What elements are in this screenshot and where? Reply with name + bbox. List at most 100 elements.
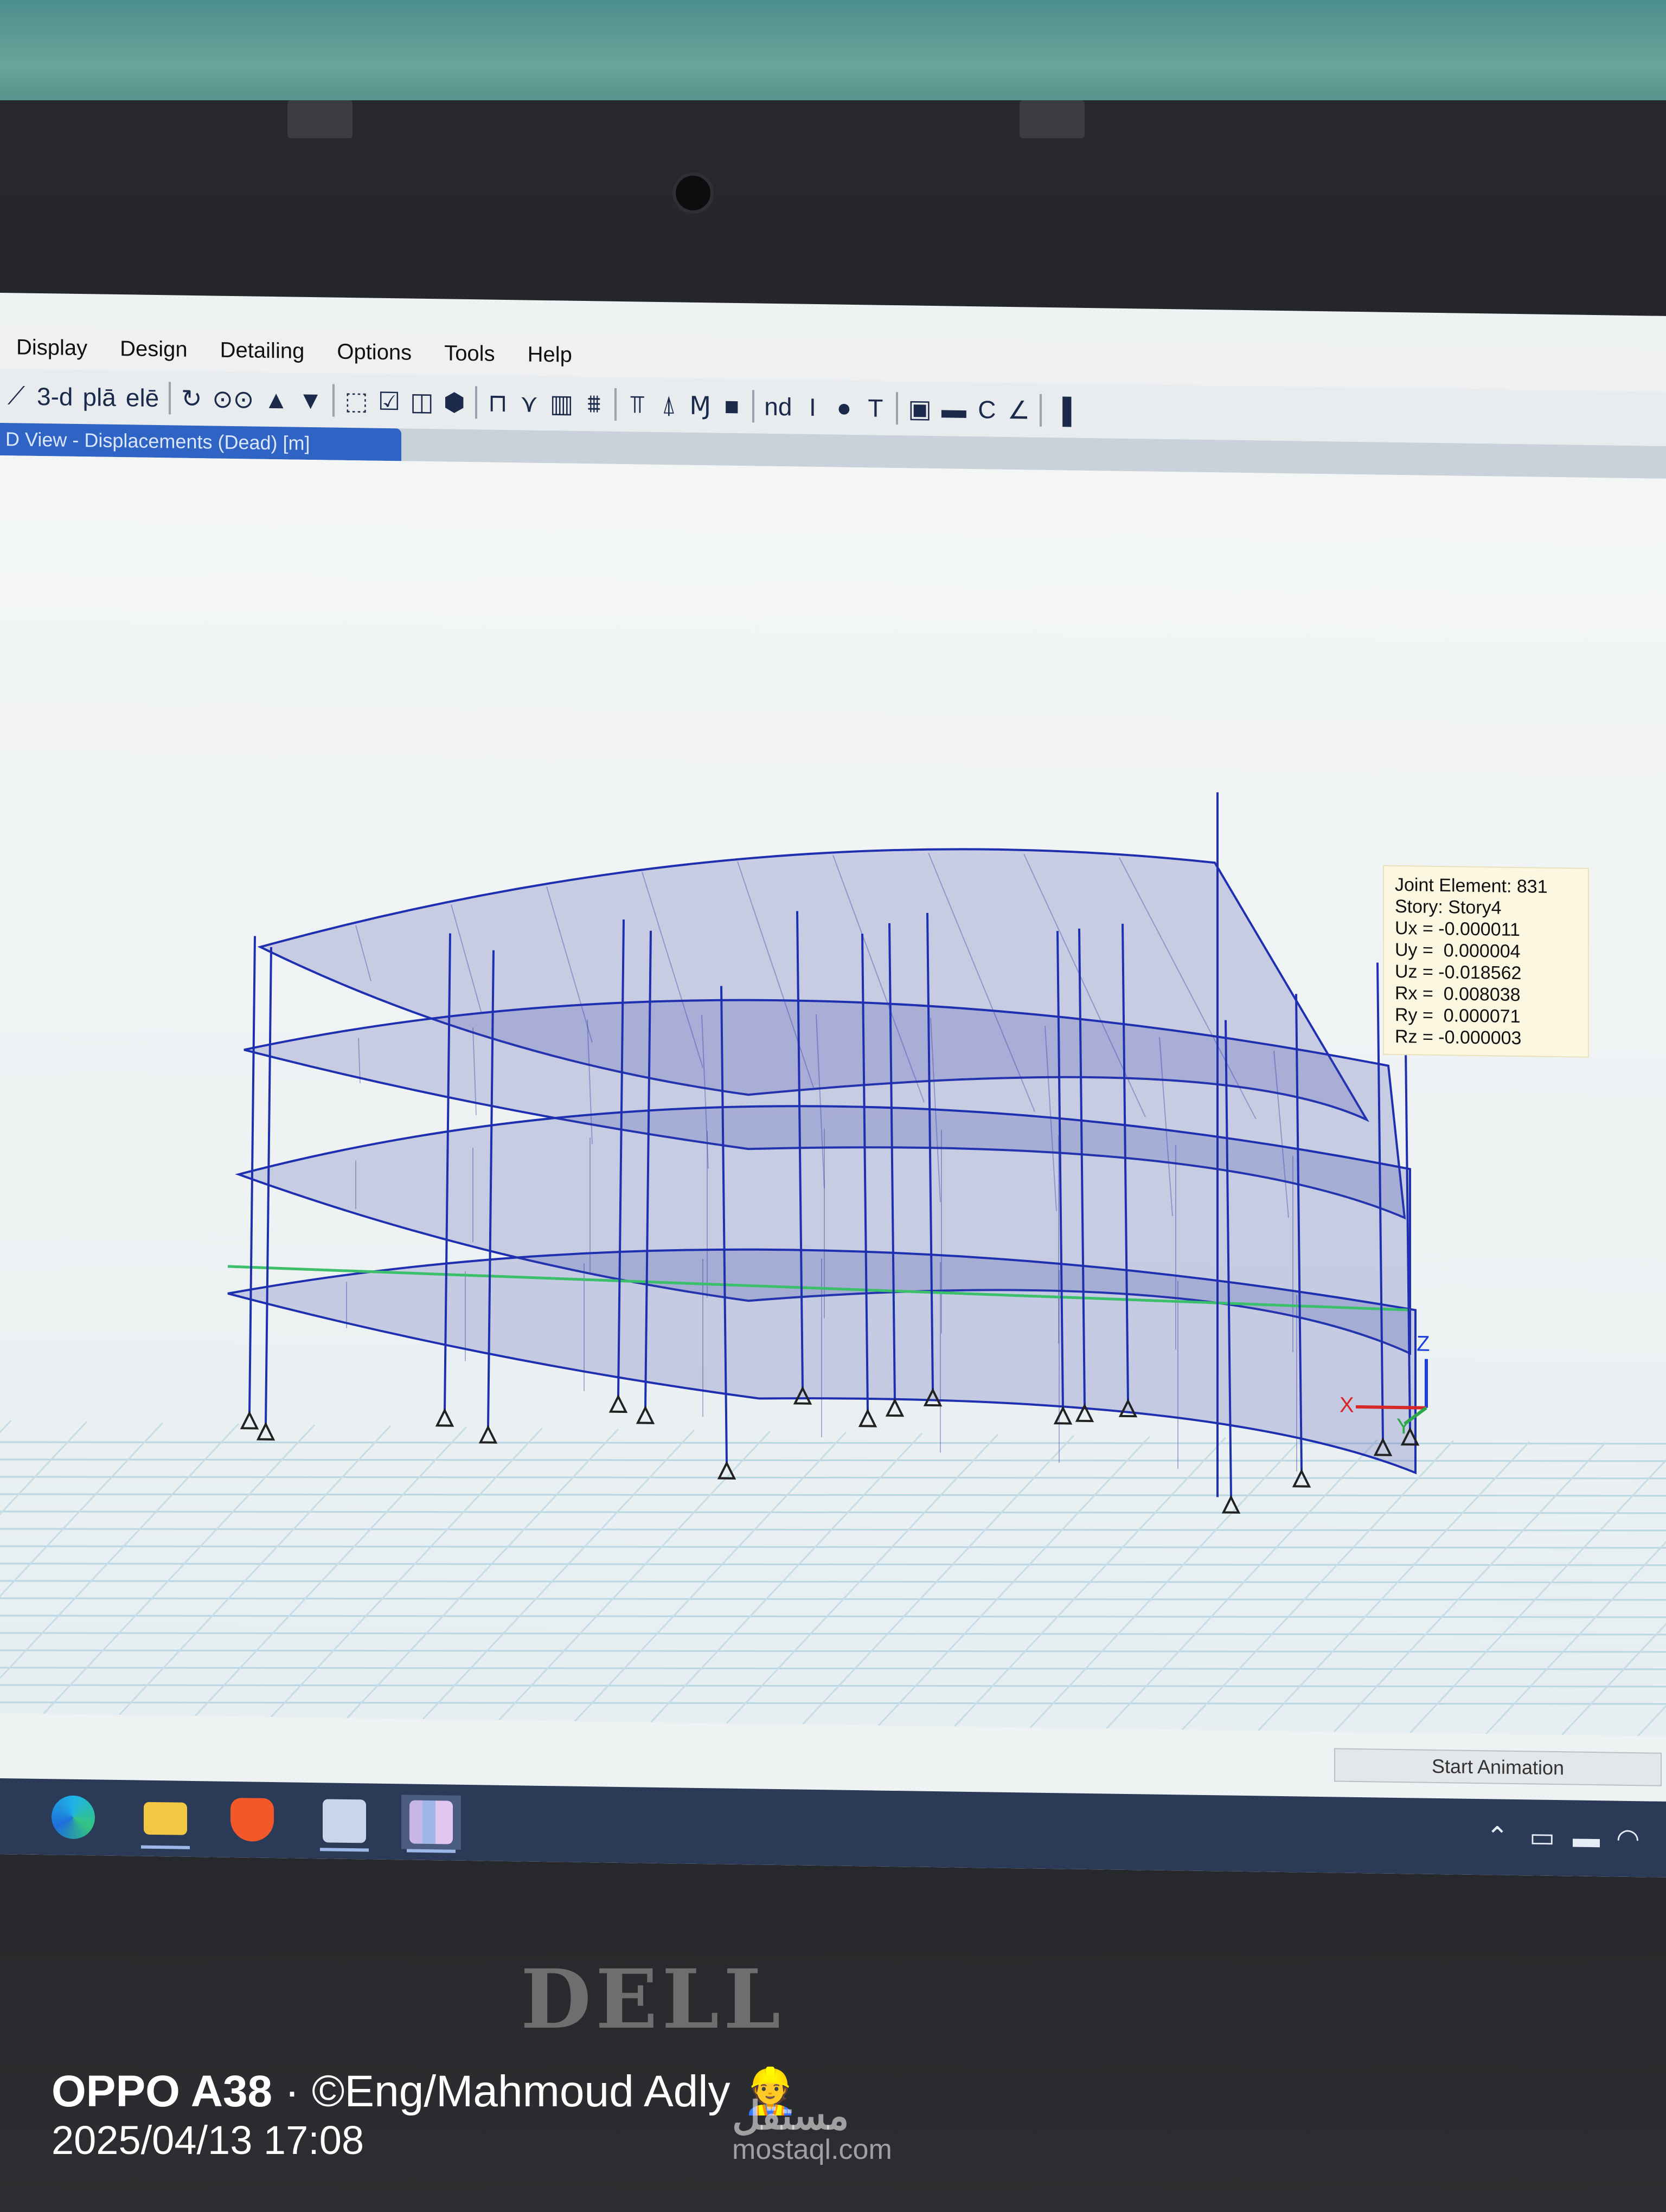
channel-section-icon[interactable]: C [976,395,998,425]
display-icon[interactable]: ▭ [1529,1821,1555,1853]
chevron-up-icon[interactable]: ⌃ [1486,1821,1509,1853]
tooltip-rz: Rz = -0.000003 [1395,1026,1522,1049]
end-label[interactable]: nd [764,392,792,422]
ground-grid-line [0,1493,1666,1497]
tee-section-icon[interactable]: T [864,393,886,423]
support-icon [256,1422,275,1441]
toolbar-separator [475,386,477,419]
stair-icon[interactable]: ⩩ [583,389,605,420]
tooltip-ux: Ux = -0.000011 [1395,917,1520,941]
toolbar-separator [614,388,617,421]
menu-help[interactable]: Help [511,342,588,368]
wifi-icon[interactable]: ◠ [1616,1823,1640,1855]
ground-grid-line [0,1528,1666,1532]
ground-grid-line [0,1562,1666,1566]
brace-icon[interactable]: ⋎ [518,388,540,418]
view-tab-3d-displacements[interactable]: D View - Displacements (Dead) [m] [0,423,401,461]
ground-grid-line [1485,1444,1666,1735]
box-section-icon[interactable]: ▣ [908,394,931,423]
start-animation-button[interactable]: Start Animation [1334,1748,1662,1786]
ground-grid-line [0,1421,88,1712]
ground-grid-line [194,1426,467,1717]
support-icon [478,1425,498,1444]
ground-grid-line [0,1684,1666,1688]
support-icon [608,1394,628,1413]
dell-logo: DELL [521,1952,785,2047]
ground-grid-line [0,1422,164,1713]
ground-grid-line [1409,1443,1666,1734]
toolbar-separator [752,390,755,423]
mostaql-watermark: مستقل [732,2094,849,2138]
view-3d-button[interactable]: 3-d [37,382,73,411]
ground-grid-line [498,1430,771,1721]
draw-icon[interactable]: ⟋ [5,381,27,411]
plate-icon[interactable]: ▐ [1052,396,1073,426]
photo-timestamp: 2025/04/13 17:08 [52,2118,364,2163]
photo-device-caption: OPPO A38 · ©Eng/Mahmoud Adly 👷 [52,2066,798,2118]
menu-design[interactable]: Design [104,336,204,362]
axis-z-label: Z [1417,1332,1430,1355]
circle-section-icon[interactable]: ● [833,393,855,422]
beam-section-icon[interactable]: I [802,393,823,422]
menu-detailing[interactable]: Detailing [204,338,321,364]
glasses-icon[interactable]: ⊙⊙ [212,384,254,414]
joint-info-tooltip: Joint Element: 831 Story: Story4 Ux = -0… [1383,865,1589,1058]
tooltip-ry: Ry = 0.000071 [1395,1004,1521,1027]
shape-icon[interactable]: ⬢ [444,387,465,417]
ground-grid-line [726,1433,999,1724]
hinge-right [1020,100,1085,138]
axis-x [1356,1405,1426,1410]
file-explorer-icon[interactable] [136,1791,195,1846]
edge-icon[interactable] [43,1790,103,1845]
moment-icon[interactable]: Ɱ [689,391,711,421]
ground-grid-line [650,1432,923,1723]
fill-icon[interactable]: ■ [721,391,742,421]
select-icon[interactable]: ⬚ [344,386,368,416]
ground-grid-line [42,1424,316,1715]
ground-grid-line [802,1435,1075,1725]
support-icon[interactable]: ⍋ [658,390,680,421]
angle-section-icon[interactable]: ∠ [1008,395,1030,425]
ground-grid-line [0,1615,1666,1618]
hinge-left [287,100,353,138]
toolbar-separator [169,382,171,415]
support-icon [636,1405,655,1424]
ground-grid-line [118,1425,392,1716]
ground-grid-line [346,1428,619,1719]
hatch-icon[interactable]: ▬ [941,394,966,424]
box-icon[interactable]: ◫ [410,387,433,417]
support-icon [1053,1405,1073,1425]
battery-icon[interactable]: ▬ [1573,1822,1600,1854]
calculator-icon[interactable] [315,1793,374,1849]
down-arrow-icon[interactable]: ▼ [298,385,323,415]
plan-view-button[interactable]: plā [82,382,116,412]
etabs-icon[interactable] [401,1795,461,1850]
ground-grid-line [422,1429,695,1720]
device-name: OPPO A38 [52,2067,273,2116]
rotate-icon[interactable]: ↻ [181,384,202,414]
axis-x-label: X [1340,1393,1354,1417]
checkbox-icon[interactable]: ☑ [378,387,400,416]
model-viewport[interactable]: X Y Z Joint Element: 831 Story: Story4 Ux … [0,455,1666,1737]
menu-tools[interactable]: Tools [428,341,511,366]
ground-grid-line [0,1667,1666,1670]
elevation-view-button[interactable]: elē [126,383,159,413]
ground-grid-line [0,1423,240,1714]
support-icon [885,1398,905,1417]
frame-load-icon[interactable]: ⫪ [626,389,648,420]
ground-grid-line [0,1580,1666,1584]
menu-display[interactable]: Display [0,335,104,361]
brave-icon[interactable] [222,1792,282,1848]
support-icon [435,1407,454,1427]
ground-grid-line [1257,1441,1530,1732]
frame-icon[interactable]: ⊓ [487,388,509,418]
wall-icon[interactable]: ▥ [550,389,573,419]
ground-grid-line [0,1597,1666,1601]
tooltip-rx: Rx = 0.008038 [1395,982,1521,1006]
ground-grid-line [1637,1446,1666,1737]
axis-y-label: Y [1396,1414,1411,1438]
up-arrow-icon[interactable]: ▲ [264,385,289,415]
menu-options[interactable]: Options [321,339,428,365]
mostaql-url: mostaql.com [732,2134,892,2165]
tooltip-uz: Uz = -0.018562 [1395,961,1522,984]
